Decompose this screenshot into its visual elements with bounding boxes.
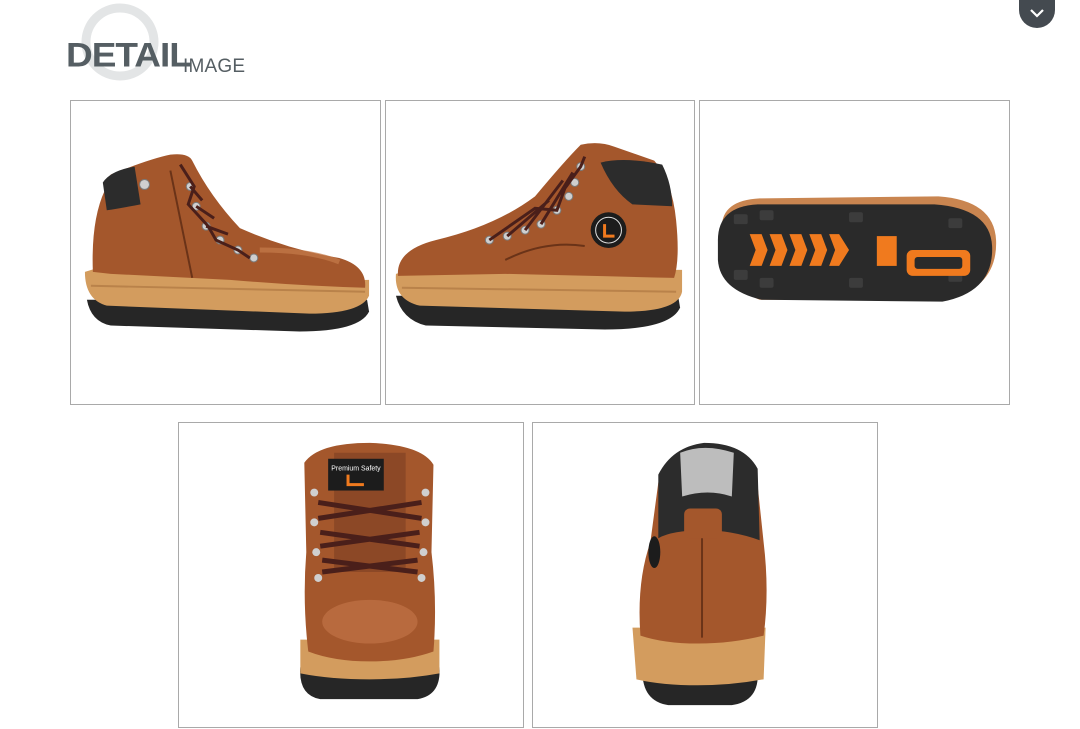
boot-back-image bbox=[632, 442, 767, 706]
detail-image-sole[interactable] bbox=[699, 100, 1010, 405]
section-header: DETAIL IMAGE bbox=[66, 0, 326, 95]
section-title: DETAIL bbox=[66, 36, 192, 74]
detail-image-page: DETAIL IMAGE Premium Safety bbox=[0, 0, 1080, 729]
detail-image-front[interactable]: Premium Safety bbox=[178, 422, 524, 728]
boot-side-right-image bbox=[395, 143, 683, 330]
section-subtitle: IMAGE bbox=[183, 56, 246, 77]
detail-image-side-right[interactable] bbox=[385, 100, 695, 405]
boot-side-left-image bbox=[84, 154, 370, 332]
boot-sole-image bbox=[717, 196, 997, 302]
badge-label: Premium Safety bbox=[331, 466, 381, 473]
chevron-down-icon bbox=[1030, 9, 1044, 18]
detail-image-side-left[interactable] bbox=[70, 100, 381, 405]
boot-front-image: Premium Safety bbox=[300, 442, 440, 700]
scroll-down-button[interactable] bbox=[1019, 0, 1055, 28]
detail-image-back[interactable] bbox=[532, 422, 878, 728]
